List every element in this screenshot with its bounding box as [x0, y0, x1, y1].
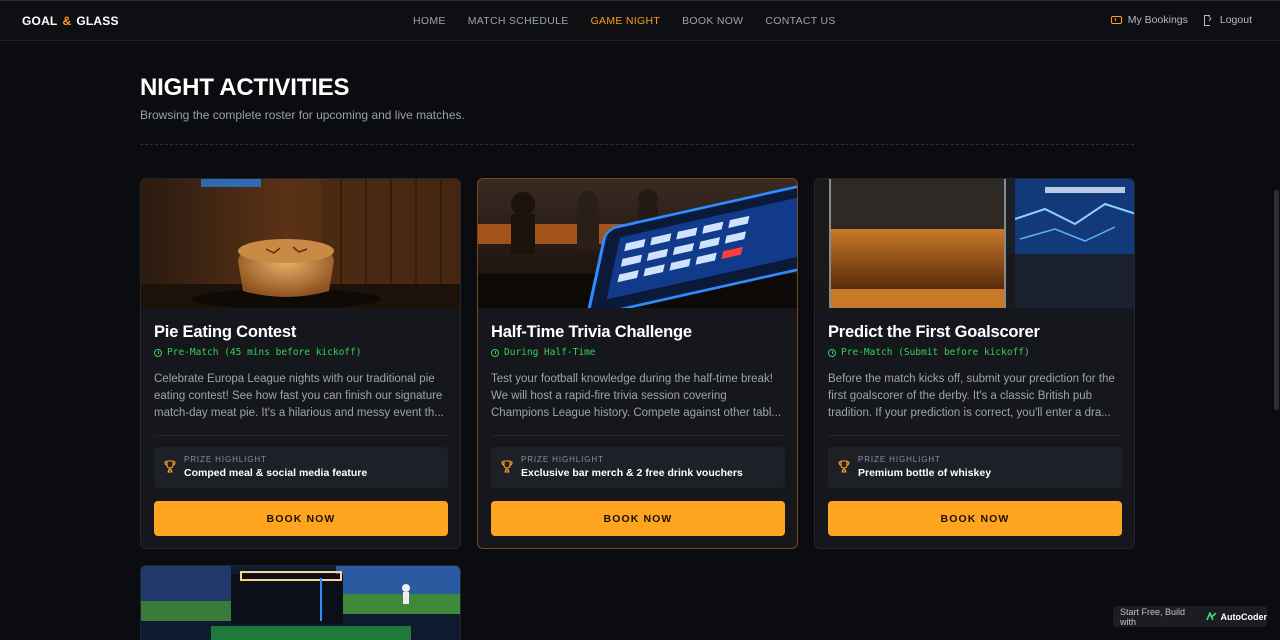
stadium-pool-image — [141, 566, 460, 640]
logout-icon — [1203, 11, 1214, 26]
trophy-icon — [501, 460, 513, 473]
page-scrollbar[interactable] — [1274, 190, 1279, 410]
clock-icon — [828, 348, 836, 357]
prize-value: Exclusive bar merch & 2 free drink vouch… — [521, 467, 743, 479]
card-timing: Pre-Match (Submit before kickoff) — [828, 347, 1030, 358]
prize-highlight: PRIZE HIGHLIGHT Premium bottle of whiske… — [828, 447, 1122, 488]
activity-card-trivia: Half-Time Trivia Challenge During Half-T… — [477, 178, 798, 549]
prize-label: PRIZE HIGHLIGHT — [521, 455, 604, 464]
prize-label: PRIZE HIGHLIGHT — [184, 455, 267, 464]
prize-label: PRIZE HIGHLIGHT — [858, 455, 941, 464]
card-timing: Pre-Match (45 mins before kickoff) — [154, 347, 361, 358]
card-timing: During Half-Time — [491, 347, 596, 358]
activity-card-goalscorer: Predict the First Goalscorer Pre-Match (… — [814, 178, 1135, 549]
card-description: Test your football knowledge during the … — [491, 373, 782, 419]
card-separator — [828, 435, 1122, 436]
badge-brand: AutoCoder — [1220, 611, 1268, 622]
logo-word-goal: GOAL — [22, 14, 58, 28]
logout-link[interactable]: Logout — [1203, 11, 1252, 26]
badge-text: Start Free, Build with — [1120, 606, 1186, 627]
card-separator — [491, 435, 785, 436]
account-links: My Bookings Logout — [1110, 11, 1252, 26]
book-now-button[interactable]: BOOK NOW — [828, 501, 1122, 536]
book-now-button[interactable]: BOOK NOW — [491, 501, 785, 536]
timing-text: Pre-Match (45 mins before kickoff) — [167, 347, 362, 358]
card-title: Half-Time Trivia Challenge — [491, 323, 692, 341]
my-bookings-label: My Bookings — [1127, 14, 1188, 26]
nav-game-night[interactable]: GAME NIGHT — [591, 15, 661, 27]
card-separator — [154, 435, 448, 436]
logo-word-glass: GLASS — [76, 14, 119, 28]
page-subtitle: Browsing the complete roster for upcomin… — [140, 108, 465, 122]
page-title: NIGHT ACTIVITIES — [140, 74, 350, 101]
site-logo[interactable]: GOAL & GLASS — [22, 14, 119, 28]
pie-image — [141, 179, 460, 308]
timing-text: Pre-Match (Submit before kickoff) — [841, 347, 1030, 358]
whiskey-image — [815, 179, 1134, 308]
nav-book-now[interactable]: BOOK NOW — [682, 15, 743, 27]
prize-highlight: PRIZE HIGHLIGHT Exclusive bar merch & 2 … — [491, 447, 785, 488]
card-description: Before the match kicks off, submit your … — [828, 373, 1115, 419]
autocoder-badge[interactable]: Start Free, Build with AutoCoder — [1113, 606, 1267, 627]
main-menu: HOME MATCH SCHEDULE GAME NIGHT BOOK NOW … — [413, 15, 858, 27]
clock-icon — [491, 348, 499, 357]
top-navbar: GOAL & GLASS HOME MATCH SCHEDULE GAME NIGH… — [0, 0, 1280, 41]
nav-home[interactable]: HOME — [413, 15, 446, 27]
card-title: Pie Eating Contest — [154, 323, 297, 341]
prize-value: Premium bottle of whiskey — [858, 467, 992, 479]
card-description: Celebrate Europa League nights with our … — [154, 373, 444, 419]
logout-label: Logout — [1219, 14, 1252, 26]
ticket-icon — [1110, 16, 1122, 24]
prize-value: Comped meal & social media feature — [184, 467, 368, 479]
logo-ampersand: & — [62, 14, 72, 28]
nav-contact-us[interactable]: CONTACT US — [765, 15, 835, 27]
trophy-icon — [838, 460, 850, 473]
timing-text: During Half-Time — [504, 347, 596, 358]
activity-card-partial — [140, 565, 461, 640]
trophy-icon — [164, 460, 176, 473]
autocoder-logo-icon — [1205, 612, 1217, 621]
trivia-image — [478, 179, 797, 308]
activity-card-pie-eating: Pie Eating Contest Pre-Match (45 mins be… — [140, 178, 461, 549]
book-now-button[interactable]: BOOK NOW — [154, 501, 448, 536]
my-bookings-link[interactable]: My Bookings — [1110, 14, 1188, 26]
prize-highlight: PRIZE HIGHLIGHT Comped meal & social med… — [154, 447, 448, 488]
card-title: Predict the First Goalscorer — [828, 323, 1040, 341]
clock-icon — [154, 348, 162, 357]
header-divider — [140, 144, 1134, 145]
nav-match-schedule[interactable]: MATCH SCHEDULE — [468, 15, 569, 27]
